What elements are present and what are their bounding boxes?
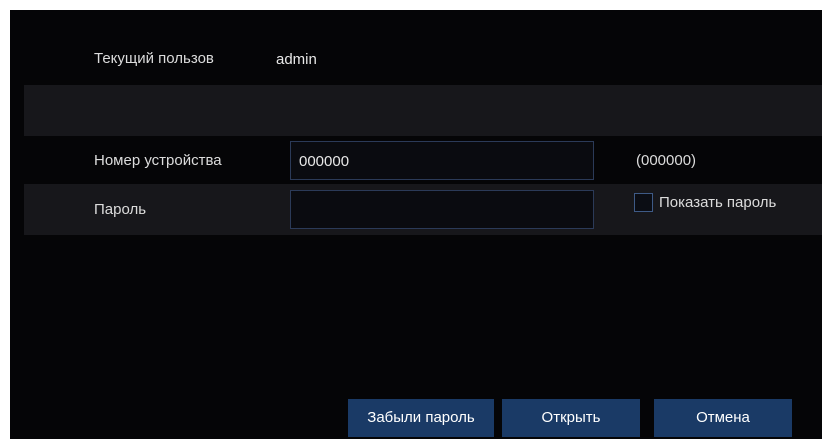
password-label: Пароль [94,201,147,218]
device-number-input[interactable]: 000000 [290,141,594,180]
current-user-label: Текущий пользов [94,50,214,67]
cancel-button[interactable]: Отмена [654,399,792,437]
password-row: Пароль Показать пароль [24,184,822,235]
device-number-label: Номер устройства [94,152,222,169]
current-user-row: Текущий пользов admin [24,10,822,85]
device-number-row: Номер устройства 000000 (000000) [24,136,822,184]
device-number-hint: (000000) [636,152,697,169]
login-dialog: Текущий пользов admin Номер устройства 0… [10,10,822,439]
show-password-checkbox[interactable] [634,193,653,212]
forgot-password-button[interactable]: Забыли пароль [348,399,494,437]
show-password-label: Показать пароль [659,194,777,211]
spacer-row [24,85,822,136]
current-user-value: admin [276,51,317,68]
password-input[interactable] [290,190,594,229]
open-button[interactable]: Открыть [502,399,640,437]
show-password-toggle[interactable]: Показать пароль [634,193,776,212]
